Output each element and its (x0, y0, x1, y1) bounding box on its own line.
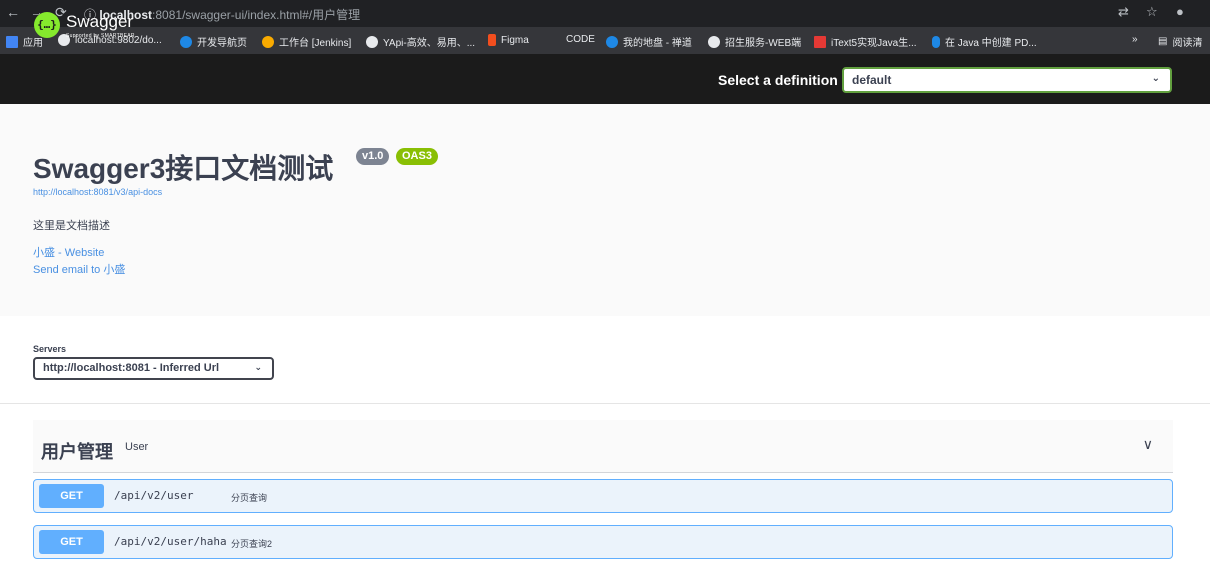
servers-selected-value: http://localhost:8081 - Inferred Url (43, 362, 220, 374)
overflow-chevron-icon: » (1132, 34, 1138, 45)
operation-get-user[interactable]: GET /api/v2/user 分页查询 (33, 479, 1173, 513)
swagger-logo-subtitle: Supported by SMARTBEAR (66, 33, 135, 39)
bookmark-item[interactable]: 开发导航页 (180, 34, 247, 49)
bookmark-favicon-icon (180, 35, 192, 48)
azure-icon (932, 35, 940, 48)
reading-list-button[interactable]: ▤ 阅读清 (1158, 34, 1202, 49)
api-docs-link[interactable]: http://localhost:8081/v3/api-docs (33, 187, 162, 197)
bookmark-label: 招生服务-WEB端 (725, 38, 802, 49)
bookmark-label: CODE (566, 34, 595, 45)
bookmark-label: 工作台 [Jenkins] (279, 38, 352, 49)
operation-path: /api/v2/user (114, 489, 194, 502)
back-arrow-icon[interactable]: ← (6, 4, 20, 20)
yapi-icon (366, 35, 378, 48)
operation-get-user-haha[interactable]: GET /api/v2/user/haha 分页查询2 (33, 525, 1173, 559)
bookmark-apps[interactable]: 应用 (6, 34, 43, 49)
bookmark-item[interactable]: Figma (488, 34, 529, 46)
bookmark-label: 我的地盘 - 禅道 (623, 38, 692, 49)
chevron-down-icon: ⌄ (1151, 73, 1160, 84)
tag-header-user[interactable]: 用户管理 User ∨ (33, 420, 1173, 473)
bookmark-label: Figma (501, 34, 529, 46)
method-badge: GET (39, 530, 104, 554)
bookmark-item[interactable]: CODE (566, 34, 595, 45)
email-link[interactable]: Send email to 小盛 (33, 261, 125, 277)
version-badge: v1.0 (356, 148, 390, 165)
bookmark-item[interactable]: 工作台 [Jenkins] (262, 34, 351, 49)
swagger-logo-icon[interactable]: {…} (34, 12, 60, 38)
api-description: 这里是文档描述 (33, 220, 110, 232)
website-link[interactable]: 小盛 - Website (33, 244, 104, 260)
servers-select[interactable]: http://localhost:8081 - Inferred Url ⌄ (33, 357, 274, 380)
oas-badge: OAS3 (396, 148, 438, 165)
bookmarks-bar: 应用 localhost:9802/do... 开发导航页 工作台 [Jenki… (0, 27, 1210, 54)
tag-name: 用户管理 (41, 442, 113, 462)
bookmark-label: 开发导航页 (197, 38, 247, 49)
api-title: Swagger3接口文档测试 (33, 153, 334, 184)
operation-summary: 分页查询 (231, 493, 268, 503)
info-section (0, 104, 1210, 316)
operation-path: /api/v2/user/haha (114, 535, 227, 548)
bookmark-item[interactable]: YApi-高效、易用、... (366, 34, 475, 49)
globe-icon (708, 35, 720, 48)
bookmark-label: YApi-高效、易用、... (383, 38, 476, 49)
translate-icon[interactable]: ⇄ (1118, 4, 1129, 20)
bookmark-item[interactable]: 我的地盘 - 禅道 (606, 34, 692, 49)
zentao-icon (606, 35, 618, 48)
chevron-down-icon[interactable]: ∨ (1143, 436, 1153, 453)
bookmark-label: iText5实现Java生... (831, 38, 917, 49)
definition-label: Select a definition (718, 72, 838, 88)
star-icon[interactable]: ☆ (1146, 4, 1158, 20)
bookmark-label: 在 Java 中创建 PD... (945, 38, 1037, 49)
jenkins-icon (262, 35, 274, 48)
tag-description: User (125, 441, 149, 453)
servers-label: Servers (33, 344, 67, 354)
bookmarks-overflow-button[interactable]: » (1132, 34, 1138, 45)
definition-select[interactable]: default ⌄ (842, 67, 1172, 93)
definition-value: default (852, 73, 892, 87)
csdn-icon (814, 35, 826, 48)
apps-grid-icon (6, 35, 18, 48)
browser-toolbar: ← → ⟳ ⓘ localhost:8081/swagger-ui/index.… (0, 0, 1210, 27)
reading-list-icon: ▤ (1158, 36, 1168, 47)
profile-icon[interactable]: ● (1176, 4, 1184, 19)
url-path: :8081/swagger-ui/index.html#/用户管理 (152, 8, 361, 22)
operation-summary: 分页查询2 (231, 539, 273, 549)
method-badge: GET (39, 484, 104, 508)
figma-icon (488, 34, 496, 46)
bookmark-item[interactable]: iText5实现Java生... (814, 34, 917, 49)
bookmark-item[interactable]: 在 Java 中创建 PD... (932, 34, 1037, 49)
bookmark-item[interactable]: 招生服务-WEB端 (708, 34, 801, 49)
chevron-down-icon: ⌄ (254, 362, 262, 372)
swagger-logo-text[interactable]: Swagger (66, 12, 133, 32)
reading-list-label: 阅读清 (1172, 38, 1203, 49)
